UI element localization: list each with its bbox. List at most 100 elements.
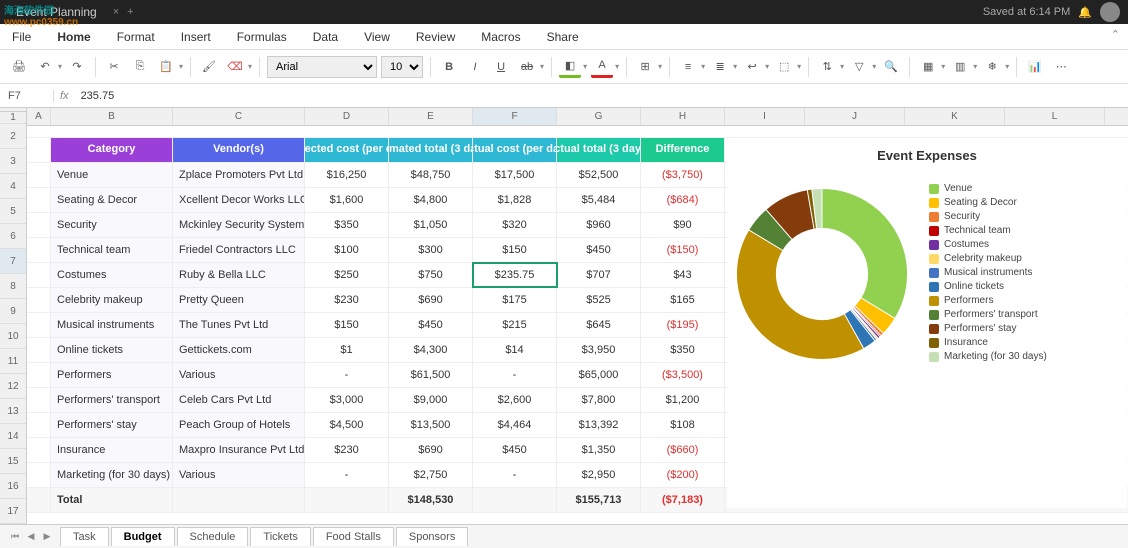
cell-actual-cost[interactable]: $175: [473, 288, 557, 312]
col-header-H[interactable]: H: [641, 108, 725, 125]
row-header-16[interactable]: 16: [0, 474, 26, 499]
cell-est-total[interactable]: $9,000: [389, 388, 473, 412]
menu-chevron-icon[interactable]: ⌃: [1111, 28, 1120, 41]
menu-share[interactable]: Share: [547, 30, 579, 44]
cell-category[interactable]: Celebrity makeup: [51, 288, 173, 312]
cell-est-total[interactable]: $450: [389, 313, 473, 337]
cell-expected-cost[interactable]: $230: [305, 438, 389, 462]
cell-actual-total[interactable]: $450: [557, 238, 641, 262]
cell-a2[interactable]: [27, 138, 51, 162]
cell-a12[interactable]: [27, 388, 51, 412]
cell-category[interactable]: Musical instruments: [51, 313, 173, 337]
cell-expected-cost[interactable]: $4,500: [305, 413, 389, 437]
sort-icon[interactable]: ⇅: [816, 56, 838, 78]
col-header-F[interactable]: F: [473, 108, 557, 125]
cell-difference[interactable]: $90: [641, 213, 725, 237]
cell-category[interactable]: Insurance: [51, 438, 173, 462]
cell-expected-cost[interactable]: -: [305, 463, 389, 487]
cell-expected-cost[interactable]: $250: [305, 263, 389, 287]
cell-vendor[interactable]: Peach Group of Hotels: [173, 413, 305, 437]
cell-expected-cost[interactable]: $230: [305, 288, 389, 312]
cell-a6[interactable]: [27, 238, 51, 262]
col-header-K[interactable]: K: [905, 108, 1005, 125]
tab-first-icon[interactable]: ⏮: [8, 530, 22, 544]
cell-actual-total[interactable]: $52,500: [557, 163, 641, 187]
col-header-E[interactable]: E: [389, 108, 473, 125]
row-header-17[interactable]: 17: [0, 499, 26, 524]
borders-icon[interactable]: ⊞: [634, 56, 656, 78]
cell-a7[interactable]: [27, 263, 51, 287]
cell-actual-total[interactable]: $3,950: [557, 338, 641, 362]
cell-actual-total[interactable]: $2,950: [557, 463, 641, 487]
paste-icon[interactable]: 📋: [155, 56, 177, 78]
cell-category[interactable]: Marketing (for 30 days): [51, 463, 173, 487]
print-icon[interactable]: 🖨: [8, 56, 30, 78]
menu-home[interactable]: Home: [57, 30, 90, 44]
sheet-tab-task[interactable]: Task: [60, 527, 109, 546]
text-color-icon[interactable]: A: [591, 56, 613, 78]
cell-a15[interactable]: [27, 463, 51, 487]
cut-icon[interactable]: ✂: [103, 56, 125, 78]
cell-actual-cost[interactable]: $17,500: [473, 163, 557, 187]
cell-total-c[interactable]: [173, 488, 305, 512]
sheet-tab-sponsors[interactable]: Sponsors: [396, 527, 468, 546]
row-header-14[interactable]: 14: [0, 424, 26, 449]
col-header-J[interactable]: J: [805, 108, 905, 125]
cell-a14[interactable]: [27, 438, 51, 462]
freeze-icon[interactable]: ❄: [981, 56, 1003, 78]
insert-cols-icon[interactable]: ▥: [949, 56, 971, 78]
sheet-tab-tickets[interactable]: Tickets: [250, 527, 310, 546]
font-size-select[interactable]: 10: [381, 56, 423, 78]
cell-a13[interactable]: [27, 413, 51, 437]
cell-a5[interactable]: [27, 213, 51, 237]
italic-button[interactable]: I: [464, 56, 486, 78]
row-header-2[interactable]: 2: [0, 124, 26, 149]
format-painter-icon[interactable]: 🖌: [198, 56, 220, 78]
cell-est-total[interactable]: $4,800: [389, 188, 473, 212]
cell-total-diff[interactable]: ($7,183): [641, 488, 725, 512]
sheet-tab-food-stalls[interactable]: Food Stalls: [313, 527, 394, 546]
cell-expected-cost[interactable]: $100: [305, 238, 389, 262]
cell-category[interactable]: Performers' transport: [51, 388, 173, 412]
cell-actual-total[interactable]: $525: [557, 288, 641, 312]
cell-vendor[interactable]: Pretty Queen: [173, 288, 305, 312]
cell-actual-total[interactable]: $707: [557, 263, 641, 287]
col-header-G[interactable]: G: [557, 108, 641, 125]
cell-difference[interactable]: ($3,500): [641, 363, 725, 387]
cell-actual-total[interactable]: $645: [557, 313, 641, 337]
cell-category[interactable]: Security: [51, 213, 173, 237]
row-header-1[interactable]: 1: [0, 112, 26, 124]
menu-file[interactable]: File: [12, 30, 31, 44]
cell-actual-total[interactable]: $960: [557, 213, 641, 237]
cell-vendor[interactable]: Various: [173, 463, 305, 487]
col-header-A[interactable]: A: [27, 108, 51, 125]
cell-actual-total[interactable]: $1,350: [557, 438, 641, 462]
cell-vendor[interactable]: Ruby & Bella LLC: [173, 263, 305, 287]
clear-format-icon[interactable]: ⌫: [224, 56, 246, 78]
cell-expected-cost[interactable]: $350: [305, 213, 389, 237]
cell-est-total[interactable]: $13,500: [389, 413, 473, 437]
cell-category[interactable]: Performers' stay: [51, 413, 173, 437]
menu-data[interactable]: Data: [313, 30, 338, 44]
copy-icon[interactable]: ⎘: [129, 56, 151, 78]
menu-formulas[interactable]: Formulas: [237, 30, 287, 44]
cell-total-d[interactable]: [305, 488, 389, 512]
col-header-C[interactable]: C: [173, 108, 305, 125]
cell-est-total[interactable]: $690: [389, 438, 473, 462]
cell-expected-cost[interactable]: $150: [305, 313, 389, 337]
cell-category[interactable]: Performers: [51, 363, 173, 387]
menu-format[interactable]: Format: [117, 30, 155, 44]
undo-icon[interactable]: ↶: [34, 56, 56, 78]
close-tab-icon[interactable]: ×: [113, 6, 119, 18]
cell-vendor[interactable]: Maxpro Insurance Pvt Ltd: [173, 438, 305, 462]
align-left-icon[interactable]: ≡: [677, 56, 699, 78]
cell-vendor[interactable]: Various: [173, 363, 305, 387]
align-middle-icon[interactable]: ≣: [709, 56, 731, 78]
cell-difference[interactable]: ($3,750): [641, 163, 725, 187]
wrap-text-icon[interactable]: ↩: [741, 56, 763, 78]
cell-vendor[interactable]: Gettickets.com: [173, 338, 305, 362]
user-avatar[interactable]: [1100, 2, 1120, 22]
underline-button[interactable]: U: [490, 56, 512, 78]
cell-actual-cost[interactable]: $14: [473, 338, 557, 362]
cell-total-et[interactable]: $148,530: [389, 488, 473, 512]
